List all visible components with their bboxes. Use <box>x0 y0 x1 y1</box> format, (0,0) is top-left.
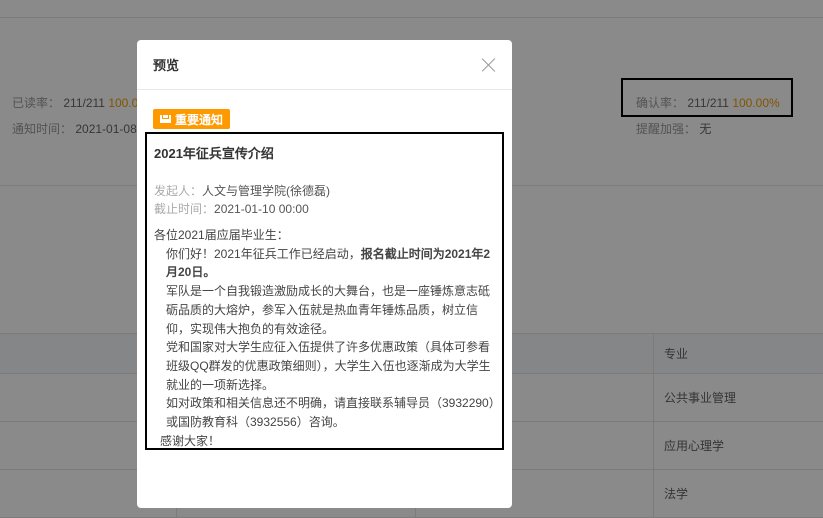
notice-body: 各位2021届应届毕业生： 你们好！2021年征兵工作已经启动，报名截止时间为2… <box>154 226 495 450</box>
highlight-box <box>621 78 793 117</box>
envelope-icon <box>160 115 171 123</box>
paragraph: 军队是一个自我锻造激励成长的大舞台，也是一座锤炼意志砥砺品质的大熔炉，参军入伍就… <box>166 284 491 336</box>
modal-title: 预览 <box>153 58 180 73</box>
initiator: 发起人：人文与管理学院(徐德磊) <box>154 184 331 198</box>
deadline: 截止时间：2021-01-10 00:00 <box>154 202 309 216</box>
notice-content: 2021年征兵宣传介绍 发起人：人文与管理学院(徐德磊) 截止时间：2021-0… <box>145 132 504 450</box>
modal-header: 预览 <box>137 40 512 90</box>
paragraph: 如对政策和相关信息还不明确，请直接联系辅导员（3932290）或国防教育科（39… <box>166 396 495 430</box>
greeting: 各位2021届应届毕业生： <box>154 228 289 242</box>
notice-title: 2021年征兵宣传介绍 <box>154 146 274 161</box>
preview-modal: 预览 重要通知 2021年征兵宣传介绍 发起人：人文与管理学院(徐德磊) 截止时… <box>137 40 512 508</box>
important-notice-tag: 重要通知 <box>153 109 231 129</box>
paragraph: 感谢大家！ <box>160 433 221 448</box>
close-icon[interactable] <box>481 57 497 73</box>
paragraph: 你们好！2021年征兵工作已经启动，报名截止时间为2021年2月20日。 <box>166 246 491 280</box>
paragraph: 党和国家对大学生应征入伍提供了许多优惠政策（具体可参看班级QQ群发的优惠政策细则… <box>166 340 491 392</box>
